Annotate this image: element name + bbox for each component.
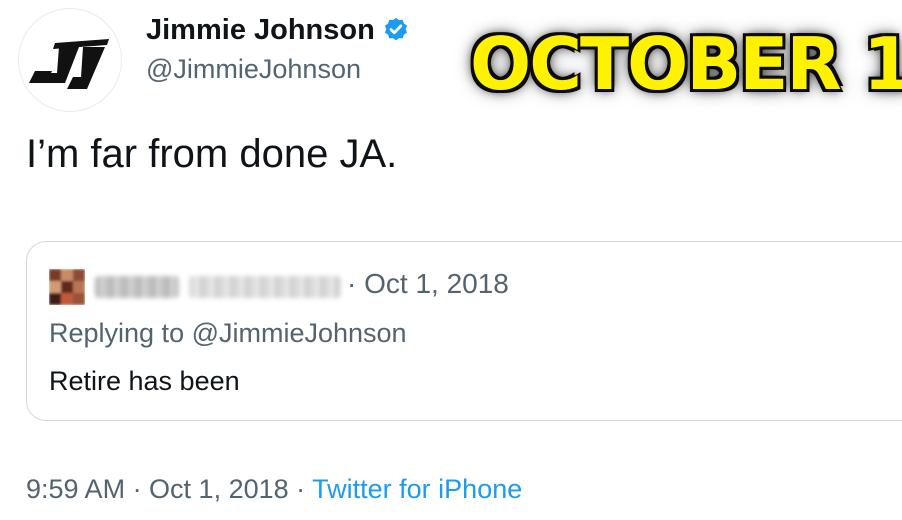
replying-to-line: Replying to @JimmieJohnson [49,318,407,348]
tweet-timestamp[interactable]: 9:59 AM · Oct 1, 2018 · [26,474,312,504]
tweet-source-link[interactable]: Twitter for iPhone [312,474,522,504]
quoted-author-handle-redacted [189,276,341,298]
quoted-author-name-redacted [95,276,179,298]
blurred-avatar-icon[interactable] [49,269,85,305]
jimmie-johnson-logo-icon [29,39,109,89]
quoted-tweet-date[interactable]: · Oct 1, 2018 [347,268,509,300]
tweet-meta: 9:59 AM · Oct 1, 2018 · Twitter for iPho… [26,474,522,505]
display-name-text: Jimmie Johnson [146,14,375,46]
author-avatar[interactable] [18,8,122,112]
tweet-text: I’m far from done JA. [26,132,398,176]
author-display-name[interactable]: Jimmie Johnson [146,14,411,47]
quoted-tweet-text: Retire has been [49,366,240,396]
author-handle[interactable]: @JimmieJohnson [146,54,361,85]
overlay-date-label: OCTOBER 1 [470,22,902,106]
verified-badge-icon [381,16,411,46]
quoted-tweet-card[interactable]: · Oct 1, 2018 Replying to @JimmieJohnson… [26,241,902,421]
